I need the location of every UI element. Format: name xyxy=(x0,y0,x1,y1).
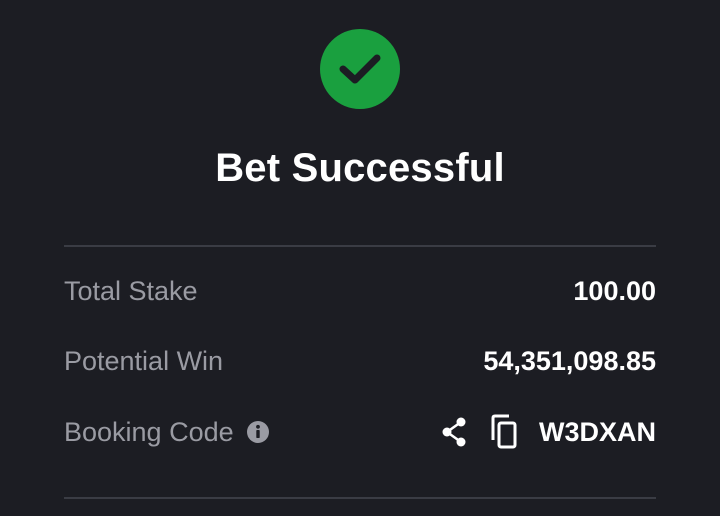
booking-code-row: Booking Code W3DXAN xyxy=(64,412,656,452)
potential-win-label: Potential Win xyxy=(64,345,224,376)
divider-top xyxy=(64,245,656,247)
total-stake-value: 100.00 xyxy=(573,275,656,306)
divider-bottom xyxy=(64,497,656,499)
page-title: Bet Successful xyxy=(215,146,505,190)
copy-icon[interactable] xyxy=(487,414,521,450)
booking-code-value[interactable]: W3DXAN xyxy=(539,417,656,448)
booking-code-label-group: Booking Code xyxy=(64,417,270,448)
total-stake-row: Total Stake 100.00 xyxy=(64,271,656,311)
share-icon[interactable] xyxy=(437,414,471,450)
info-icon[interactable] xyxy=(246,420,270,444)
check-circle-icon xyxy=(320,29,400,109)
total-stake-label: Total Stake xyxy=(64,275,198,306)
potential-win-value: 54,351,098.85 xyxy=(483,345,656,376)
checkmark-icon xyxy=(339,54,381,84)
booking-code-actions: W3DXAN xyxy=(437,414,656,450)
booking-code-label: Booking Code xyxy=(64,416,234,447)
potential-win-row: Potential Win 54,351,098.85 xyxy=(64,341,656,381)
